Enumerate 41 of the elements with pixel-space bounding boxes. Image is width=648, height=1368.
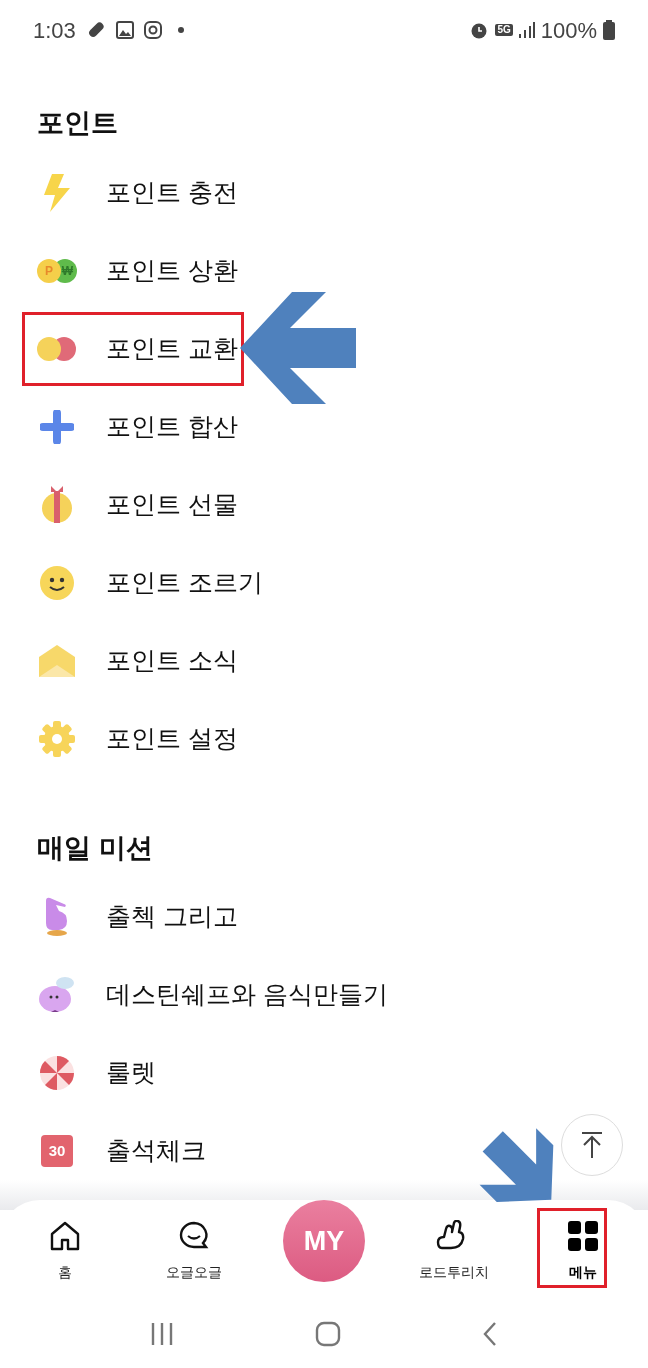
nav-tab[interactable]: 메뉴 (567, 1200, 600, 1300)
menu-icon (567, 1220, 600, 1252)
image-icon (115, 21, 134, 39)
envelope-icon (39, 645, 75, 677)
roulette-icon (40, 1056, 74, 1090)
gear-icon (39, 721, 75, 757)
menu-item[interactable]: 룰렛 (0, 1043, 166, 1103)
menu-item[interactable]: 포인트 교환 (0, 319, 248, 379)
battery-icon (603, 20, 615, 40)
menu-item[interactable]: 포인트 충전 (0, 163, 248, 223)
menu-item[interactable]: 출첵 그리고 (0, 887, 248, 947)
nav-tab[interactable]: 홈 (48, 1200, 81, 1300)
menu-item[interactable]: ₩ P 포인트 상환 (0, 241, 248, 301)
chef-character-icon (37, 975, 77, 1015)
arrow-up-icon (580, 1131, 604, 1159)
camera-icon (143, 21, 162, 39)
section-title: 포인트 (36, 106, 119, 140)
gift-icon (41, 486, 73, 524)
menu-item[interactable]: 포인트 소식 (0, 631, 248, 691)
menu-item[interactable]: 30 출석체크 (0, 1121, 216, 1181)
back-icon[interactable] (481, 1321, 498, 1347)
nav-tab[interactable]: 오글오글 (166, 1200, 223, 1300)
section-title: 매일 미션 (36, 831, 154, 865)
menu-item[interactable]: 포인트 합산 (0, 397, 248, 457)
lightning-icon (42, 174, 72, 212)
calendar-icon: 30 (41, 1135, 73, 1167)
recent-apps-icon[interactable] (150, 1322, 175, 1346)
battery-level: 100% (540, 16, 597, 45)
menu-item[interactable]: 포인트 설정 (0, 709, 248, 769)
two-circles-icon (37, 337, 77, 361)
menu-item[interactable]: 포인트 조르기 (0, 553, 273, 613)
menu-item[interactable]: 데스틴쉐프와 음식만들기 (0, 965, 398, 1025)
home-icon (48, 1220, 81, 1252)
signal-icon (518, 21, 535, 39)
nav-tab[interactable]: 로드투리치 (418, 1200, 489, 1300)
smiley-icon (40, 566, 74, 600)
network-label: 5G (495, 24, 513, 36)
clock-time: 1:03 (33, 16, 76, 45)
menu-item[interactable]: 포인트 선물 (0, 475, 248, 535)
home-icon[interactable] (315, 1321, 341, 1347)
plus-icon (40, 410, 74, 444)
